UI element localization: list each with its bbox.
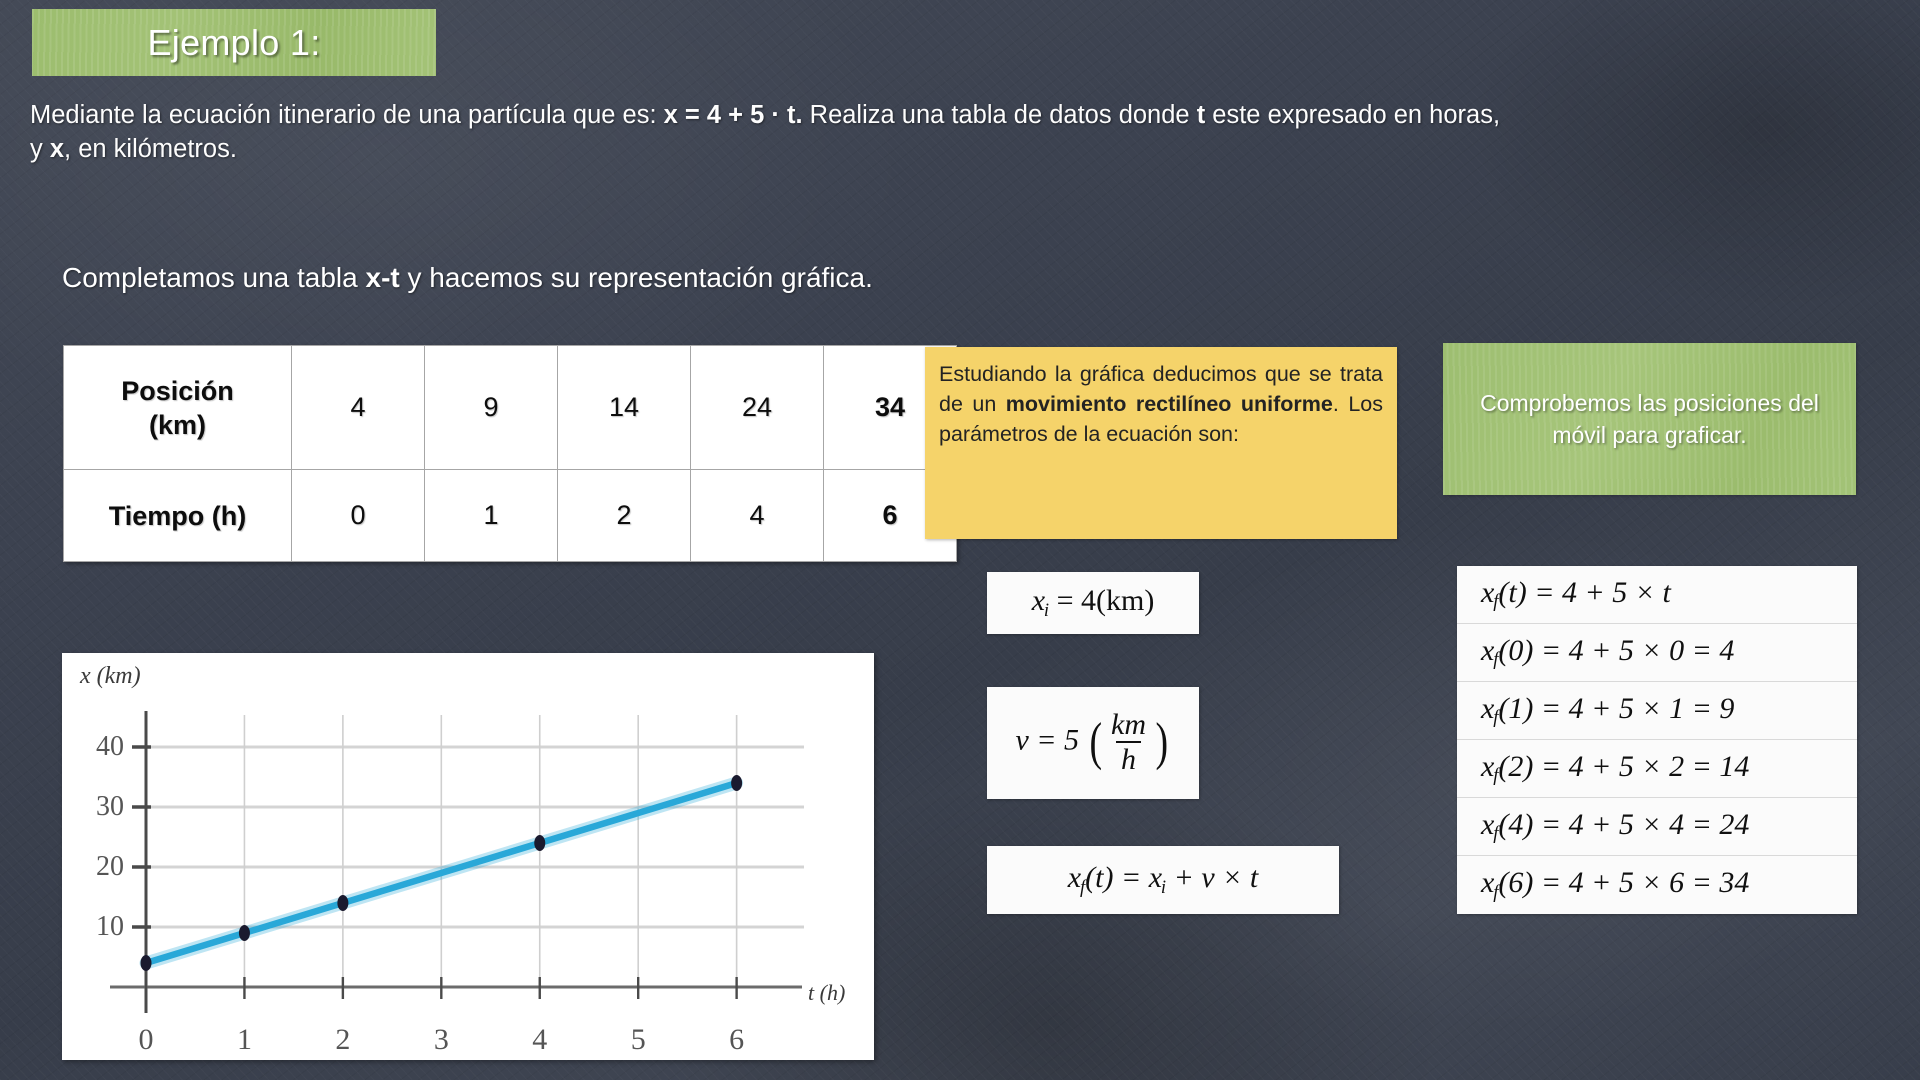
row-header-position-line2: (km)	[148, 409, 206, 440]
chart-gridlines	[145, 715, 804, 987]
intro-text-part1: Mediante la ecuación itinerario de una p…	[30, 101, 664, 129]
equation-row-5: xf(6) = 4 + 5 × 6 = 34	[1457, 856, 1857, 914]
equation-4: xf(4) = 4 + 5 × 4 = 24	[1481, 808, 1749, 845]
formula-box-position-function: xf(t) = xi + v × t	[987, 846, 1339, 914]
equation-3-rhs: = 4 + 5 × 2 = 14	[1533, 749, 1750, 783]
formula-xf-rhs-tail: + v × t	[1166, 861, 1259, 895]
svg-text:2: 2	[335, 1023, 350, 1056]
subline-part2: y hacemos su representación gráfica.	[399, 262, 873, 293]
svg-text:1: 1	[237, 1023, 252, 1056]
equation-2: xf(1) = 4 + 5 × 1 = 9	[1481, 692, 1734, 729]
left-paren-icon: (	[1088, 713, 1102, 772]
equation-1-rhs: = 4 + 5 × 0 = 4	[1533, 633, 1735, 667]
equation-stack: xf(t) = 4 + 5 × t xf(0) = 4 + 5 × 0 = 4 …	[1457, 566, 1857, 914]
fraction-numerator: km	[1111, 708, 1147, 742]
equation-0: xf(t) = 4 + 5 × t	[1481, 576, 1671, 613]
chart-tick-labels: 10 20 30 40 0 1 2 3 4 5 6	[96, 731, 744, 1056]
cell-time-1: 1	[424, 469, 558, 562]
table-row-time: Tiempo (h) 0 1 2 4 6	[63, 469, 957, 562]
formula-box-initial-position: xi = 4(km)	[987, 572, 1199, 634]
equation-0-arg: (t)	[1498, 575, 1527, 609]
equation-row-4: xf(4) = 4 + 5 × 4 = 24	[1457, 798, 1857, 856]
svg-text:10: 10	[96, 911, 124, 942]
chart-x-axis-label: t (h)	[808, 980, 845, 1005]
formula-velocity: v = 5 (km h)	[1015, 709, 1170, 776]
svg-text:30: 30	[96, 791, 124, 822]
formula-initial-position: xi = 4(km)	[1032, 584, 1155, 621]
subline-part1: Completamos una tabla	[62, 262, 366, 293]
position-time-chart: 10 20 30 40 0 1 2 3 4 5 6 x (km) t (h)	[62, 653, 874, 1060]
equation-1-arg: (0)	[1498, 633, 1534, 667]
fraction-km-per-h: km h	[1106, 709, 1151, 776]
intro-text-part2: Realiza una tabla de datos donde	[802, 101, 1197, 129]
note-yellow-bold: movimiento rectilíneo uniforme	[1005, 392, 1333, 416]
equation-row-0: xf(t) = 4 + 5 × t	[1457, 566, 1857, 624]
svg-text:5: 5	[631, 1023, 646, 1056]
formula-v-lhs: v = 5	[1015, 723, 1080, 757]
equation-3-arg: (2)	[1498, 749, 1534, 783]
subline: Completamos una tabla x-t y hacemos su r…	[62, 262, 1362, 294]
svg-text:20: 20	[96, 851, 124, 882]
equation-4-arg: (4)	[1498, 807, 1534, 841]
data-table: Posición (km) 4 9 14 24 34 Tiempo (h) 0 …	[63, 345, 957, 562]
fraction-denominator: h	[1116, 740, 1142, 777]
cell-position-2: 14	[557, 345, 691, 470]
svg-text:4: 4	[532, 1023, 547, 1056]
row-header-position-line1: Posición	[121, 375, 234, 406]
svg-text:3: 3	[434, 1023, 449, 1056]
cell-position-1: 9	[424, 345, 558, 470]
intro-text-part4: , en kilómetros.	[64, 135, 237, 163]
cell-time-0: 0	[291, 469, 425, 562]
table-row-position: Posición (km) 4 9 14 24 34	[63, 345, 957, 470]
svg-text:6: 6	[729, 1023, 744, 1056]
note-yellow: Estudiando la gráfica deducimos que se t…	[925, 347, 1397, 539]
equation-5-rhs: = 4 + 5 × 6 = 34	[1533, 866, 1750, 900]
formula-xf-arg: (t) =	[1085, 861, 1149, 895]
title-banner: Ejemplo 1:	[32, 9, 436, 76]
row-header-time: Tiempo (h)	[63, 469, 292, 562]
formula-position-function: xf(t) = xi + v × t	[1068, 861, 1258, 898]
equation-row-1: xf(0) = 4 + 5 × 0 = 4	[1457, 624, 1857, 682]
note-green-text: Comprobemos las posiciones del móvil par…	[1480, 390, 1819, 448]
right-paren-icon: )	[1155, 713, 1169, 772]
chart-svg: 10 20 30 40 0 1 2 3 4 5 6 x (km) t (h)	[79, 663, 845, 1056]
page-title: Ejemplo 1:	[147, 21, 321, 63]
equation-4-rhs: = 4 + 5 × 4 = 24	[1533, 807, 1750, 841]
note-green: Comprobemos las posiciones del móvil par…	[1443, 343, 1856, 495]
equation-1: xf(0) = 4 + 5 × 0 = 4	[1481, 634, 1734, 671]
intro-equation: x = 4 + 5 · t.	[663, 101, 803, 129]
formula-box-velocity: v = 5 (km h)	[987, 687, 1199, 799]
cell-position-3: 24	[690, 345, 824, 470]
intro-paragraph: Mediante la ecuación itinerario de una p…	[30, 98, 1510, 166]
cell-time-2: 2	[557, 469, 691, 562]
note-yellow-text-b: .	[1332, 392, 1339, 416]
row-header-position: Posición (km)	[63, 345, 292, 470]
cell-time-3: 4	[690, 469, 824, 562]
svg-text:40: 40	[96, 731, 124, 762]
cell-position-0: 4	[291, 345, 425, 470]
chart-y-axis-label: x (km)	[79, 663, 141, 689]
equation-5: xf(6) = 4 + 5 × 6 = 34	[1481, 866, 1749, 903]
equation-0-rhs: = 4 + 5 × t	[1526, 575, 1671, 609]
equation-2-arg: (1)	[1498, 691, 1534, 725]
formula-xi-rhs: = 4(km)	[1049, 584, 1155, 618]
subline-bold: x-t	[365, 262, 400, 293]
equation-5-arg: (6)	[1498, 866, 1534, 900]
svg-text:0: 0	[139, 1023, 154, 1056]
intro-var-x: x	[49, 135, 65, 163]
equation-row-3: xf(2) = 4 + 5 × 2 = 14	[1457, 740, 1857, 798]
equation-row-2: xf(1) = 4 + 5 × 1 = 9	[1457, 682, 1857, 740]
equation-2-rhs: = 4 + 5 × 1 = 9	[1533, 691, 1735, 725]
intro-var-t: t	[1196, 101, 1206, 129]
equation-3: xf(2) = 4 + 5 × 2 = 14	[1481, 750, 1749, 787]
